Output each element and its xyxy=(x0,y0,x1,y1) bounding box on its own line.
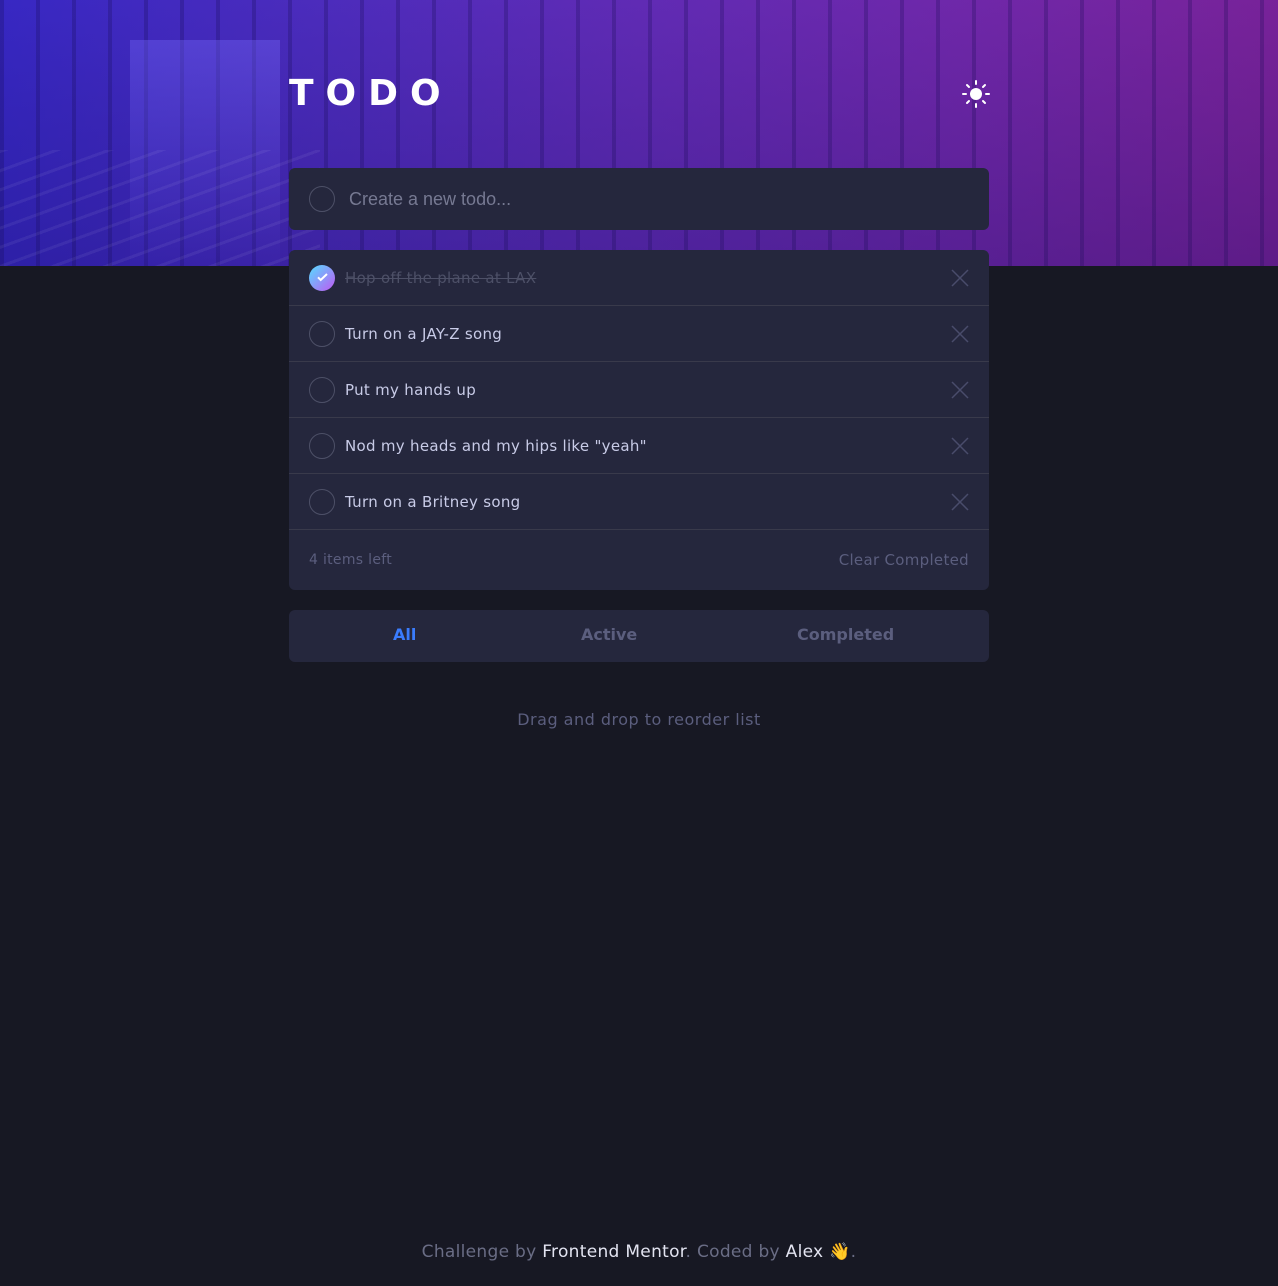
close-icon[interactable] xyxy=(951,380,969,399)
todo-item[interactable]: Hop off the plane at LAX xyxy=(289,250,989,306)
todo-item[interactable]: Nod my heads and my hips like "yeah" xyxy=(289,418,989,474)
attribution-suffix: . xyxy=(850,1242,857,1262)
todo-item[interactable]: Turn on a JAY-Z song xyxy=(289,306,989,362)
clear-completed-button[interactable]: Clear Completed xyxy=(839,551,969,569)
filter-all[interactable]: All xyxy=(393,625,416,644)
items-left-count: 4 items left xyxy=(309,552,393,568)
todo-checkbox[interactable] xyxy=(309,376,335,403)
close-icon[interactable] xyxy=(951,268,969,287)
todo-text: Turn on a Britney song xyxy=(345,492,521,511)
attribution-middle: . Coded by xyxy=(685,1242,786,1262)
todo-list: Hop off the plane at LAX Turn on a JAY-Z… xyxy=(289,250,989,590)
sun-icon xyxy=(962,80,990,108)
todo-text: Nod my heads and my hips like "yeah" xyxy=(345,436,647,455)
todo-item[interactable]: Turn on a Britney song xyxy=(289,474,989,530)
todo-checkbox-checked[interactable] xyxy=(309,264,335,291)
todo-item[interactable]: Put my hands up xyxy=(289,362,989,418)
app-title: TODO xyxy=(289,73,453,114)
list-footer: 4 items left Clear Completed xyxy=(289,530,989,590)
close-icon[interactable] xyxy=(951,492,969,511)
todo-text: Put my hands up xyxy=(345,380,477,399)
theme-toggle-button[interactable] xyxy=(960,78,992,110)
frontend-mentor-link[interactable]: Frontend Mentor xyxy=(542,1242,685,1262)
filter-active[interactable]: Active xyxy=(581,625,637,644)
filter-completed[interactable]: Completed xyxy=(797,625,894,644)
todo-checkbox[interactable] xyxy=(309,320,335,347)
attribution-prefix: Challenge by xyxy=(421,1242,543,1262)
new-todo-bar xyxy=(289,168,989,230)
new-todo-checkbox[interactable] xyxy=(309,186,335,212)
reorder-hint: Drag and drop to reorder list xyxy=(517,710,761,729)
todo-checkbox[interactable] xyxy=(309,432,335,459)
waving-hand-icon: 👋 xyxy=(829,1242,851,1262)
todo-checkbox[interactable] xyxy=(309,488,335,515)
close-icon[interactable] xyxy=(951,324,969,343)
filter-bar: All Active Completed xyxy=(289,610,989,662)
check-icon xyxy=(316,273,328,282)
background-photo-floor xyxy=(0,150,320,266)
todo-text: Hop off the plane at LAX xyxy=(345,268,537,287)
author-link[interactable]: Alex xyxy=(786,1242,824,1262)
attribution: Challenge by Frontend Mentor. Coded by A… xyxy=(0,1242,1278,1262)
todo-text: Turn on a JAY-Z song xyxy=(345,324,503,343)
close-icon[interactable] xyxy=(951,436,969,455)
new-todo-input[interactable] xyxy=(349,179,989,219)
